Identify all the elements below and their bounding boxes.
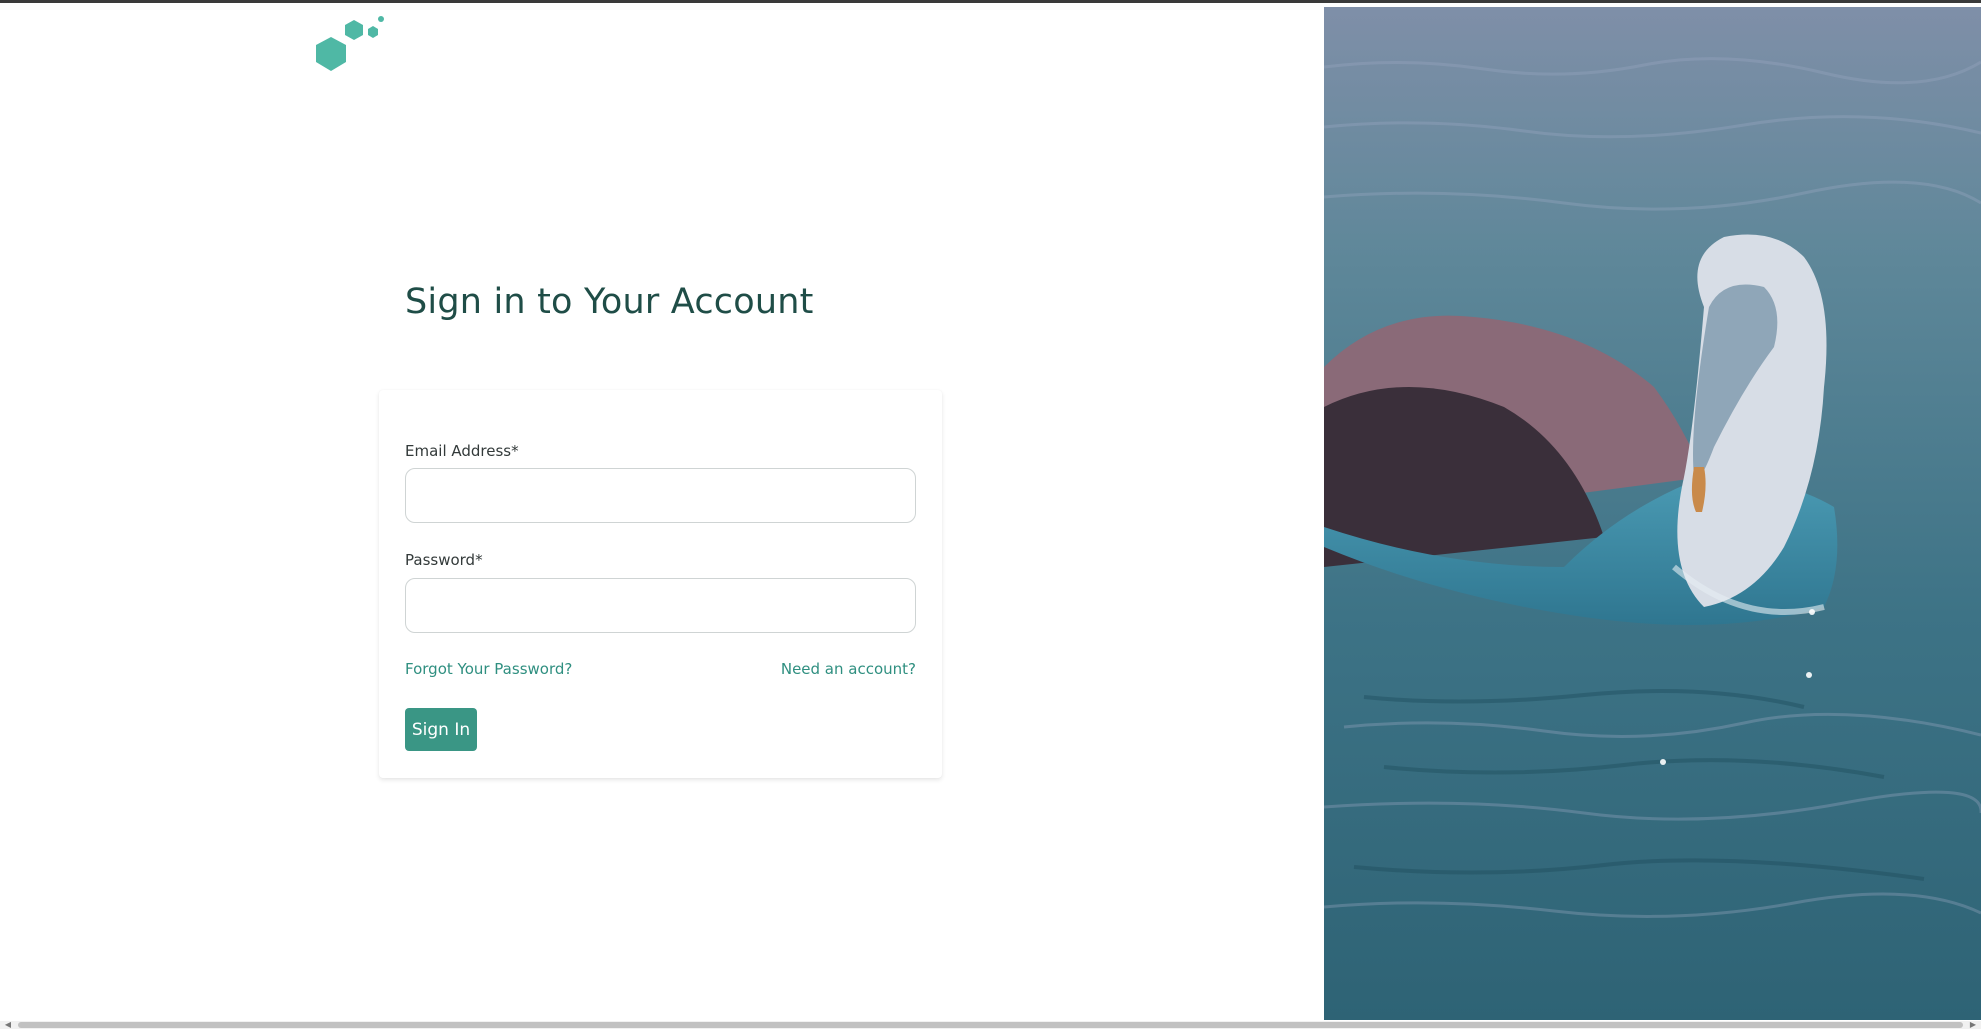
window-top-border	[0, 0, 1981, 3]
logo-dot	[378, 16, 384, 22]
need-account-link[interactable]: Need an account?	[781, 660, 916, 678]
brand-logo	[316, 16, 384, 71]
logo-medium-hexagon	[345, 20, 363, 40]
logo-large-hexagon	[316, 37, 346, 71]
email-label: Email Address*	[405, 442, 519, 460]
forgot-password-link[interactable]: Forgot Your Password?	[405, 660, 572, 678]
albatross-photo	[1324, 7, 1981, 1020]
sign-in-button[interactable]: Sign In	[405, 708, 477, 751]
horizontal-scrollbar[interactable]	[0, 1021, 1981, 1029]
chevron-left-icon[interactable]: ◀	[2, 1021, 14, 1029]
password-label: Password*	[405, 551, 483, 569]
albatross-illustration	[1324, 7, 1981, 1020]
email-field[interactable]	[405, 468, 916, 523]
page-title: Sign in to Your Account	[405, 282, 814, 322]
chevron-right-icon[interactable]: ▶	[1967, 1021, 1979, 1029]
scrollbar-thumb[interactable]	[18, 1022, 1963, 1028]
password-field[interactable]	[405, 578, 916, 633]
logo-small-hexagon	[368, 26, 378, 38]
sign-in-card: Email Address* Password* Forgot Your Pas…	[379, 390, 942, 778]
